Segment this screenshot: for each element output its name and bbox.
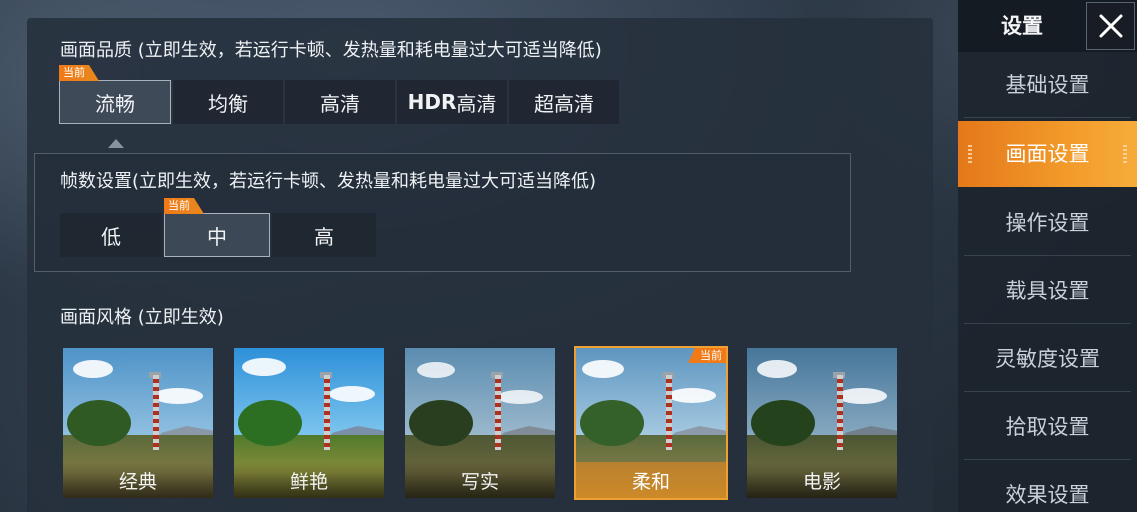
style-option-realistic[interactable]: 写实 — [403, 346, 557, 500]
quality-section-title: 画面品质 (立即生效，若运行卡顿、发热量和耗电量过大可适当降低) — [60, 40, 602, 61]
style-option-label: 电影 — [747, 462, 897, 498]
quality-option-hd[interactable]: 高清 — [285, 80, 395, 124]
fps-section-title: 帧数设置(立即生效，若运行卡顿、发热量和耗电量过大可适当降低) — [60, 171, 597, 192]
pointer-arrow — [108, 139, 124, 148]
style-option-vivid[interactable]: 鲜艳 — [232, 346, 386, 500]
grip-icon — [1123, 145, 1127, 165]
fps-option-label: 中 — [207, 224, 227, 249]
style-section-title: 画面风格 (立即生效) — [60, 307, 224, 328]
style-option-label: 经典 — [63, 462, 213, 498]
quality-option-balanced[interactable]: 均衡 — [173, 80, 283, 124]
fps-option-label: 低 — [101, 224, 121, 249]
quality-option-label: 超高清 — [534, 91, 594, 116]
quality-options: 当前 流畅 均衡 高清 HDR 高清 超高清 — [59, 65, 621, 124]
style-option-cinema[interactable]: 电影 — [745, 346, 899, 500]
sidebar-item-basic[interactable]: 基础设置 — [964, 52, 1131, 118]
settings-title: 设置 — [1001, 14, 1043, 38]
style-option-label: 柔和 — [576, 462, 726, 498]
sidebar-item-controls[interactable]: 操作设置 — [964, 190, 1131, 256]
sidebar-item-label: 效果设置 — [1005, 483, 1090, 507]
quality-option-ultra-hd[interactable]: 超高清 — [509, 80, 619, 124]
style-option-soft[interactable]: 当前 柔和 — [574, 346, 728, 500]
sidebar-item-label: 拾取设置 — [1005, 415, 1090, 439]
sidebar-item-label: 画面设置 — [1005, 142, 1090, 166]
style-option-label: 写实 — [405, 462, 555, 498]
quality-option-label: 高清 — [320, 91, 360, 116]
fps-option-label: 高 — [314, 224, 334, 249]
sidebar-item-effects[interactable]: 效果设置 — [964, 462, 1131, 512]
style-option-label: 鲜艳 — [234, 462, 384, 498]
sidebar-item-vehicle[interactable]: 载具设置 — [964, 258, 1131, 324]
quality-option-hdr-prefix: HDR — [407, 90, 457, 114]
fps-options: 低 当前 中 高 — [60, 198, 378, 257]
fps-option-low[interactable]: 低 — [60, 213, 162, 257]
sidebar-header: 设置 — [958, 0, 1137, 52]
quality-option-label: 均衡 — [208, 91, 248, 116]
close-icon — [1099, 14, 1122, 38]
quality-option-label: 流畅 — [95, 91, 135, 116]
sidebar-item-label: 操作设置 — [1005, 211, 1090, 235]
grip-icon — [968, 145, 972, 165]
sidebar-item-sensitivity[interactable]: 灵敏度设置 — [964, 326, 1131, 392]
sidebar-item-pickup[interactable]: 拾取设置 — [964, 394, 1131, 460]
style-options: 经典 鲜艳 写实 当前 柔和 电影 — [61, 346, 916, 500]
sidebar-item-label: 基础设置 — [1005, 73, 1090, 97]
sidebar-item-label: 灵敏度设置 — [995, 347, 1100, 371]
fps-option-high[interactable]: 高 — [272, 213, 376, 257]
sidebar-item-label: 载具设置 — [1005, 279, 1090, 303]
style-option-classic[interactable]: 经典 — [61, 346, 215, 500]
close-button[interactable] — [1086, 2, 1135, 50]
fps-option-medium[interactable]: 当前 中 — [164, 198, 270, 257]
sidebar-item-graphics[interactable]: 画面设置 — [958, 121, 1137, 187]
quality-option-smooth[interactable]: 当前 流畅 — [59, 65, 171, 124]
quality-option-label: 高清 — [456, 91, 497, 116]
quality-option-hdr[interactable]: HDR 高清 — [397, 80, 507, 124]
settings-sidebar: 设置 基础设置 画面设置 操作设置 载具设置 灵敏度设置 拾取设置 效果设置 — [958, 0, 1137, 512]
